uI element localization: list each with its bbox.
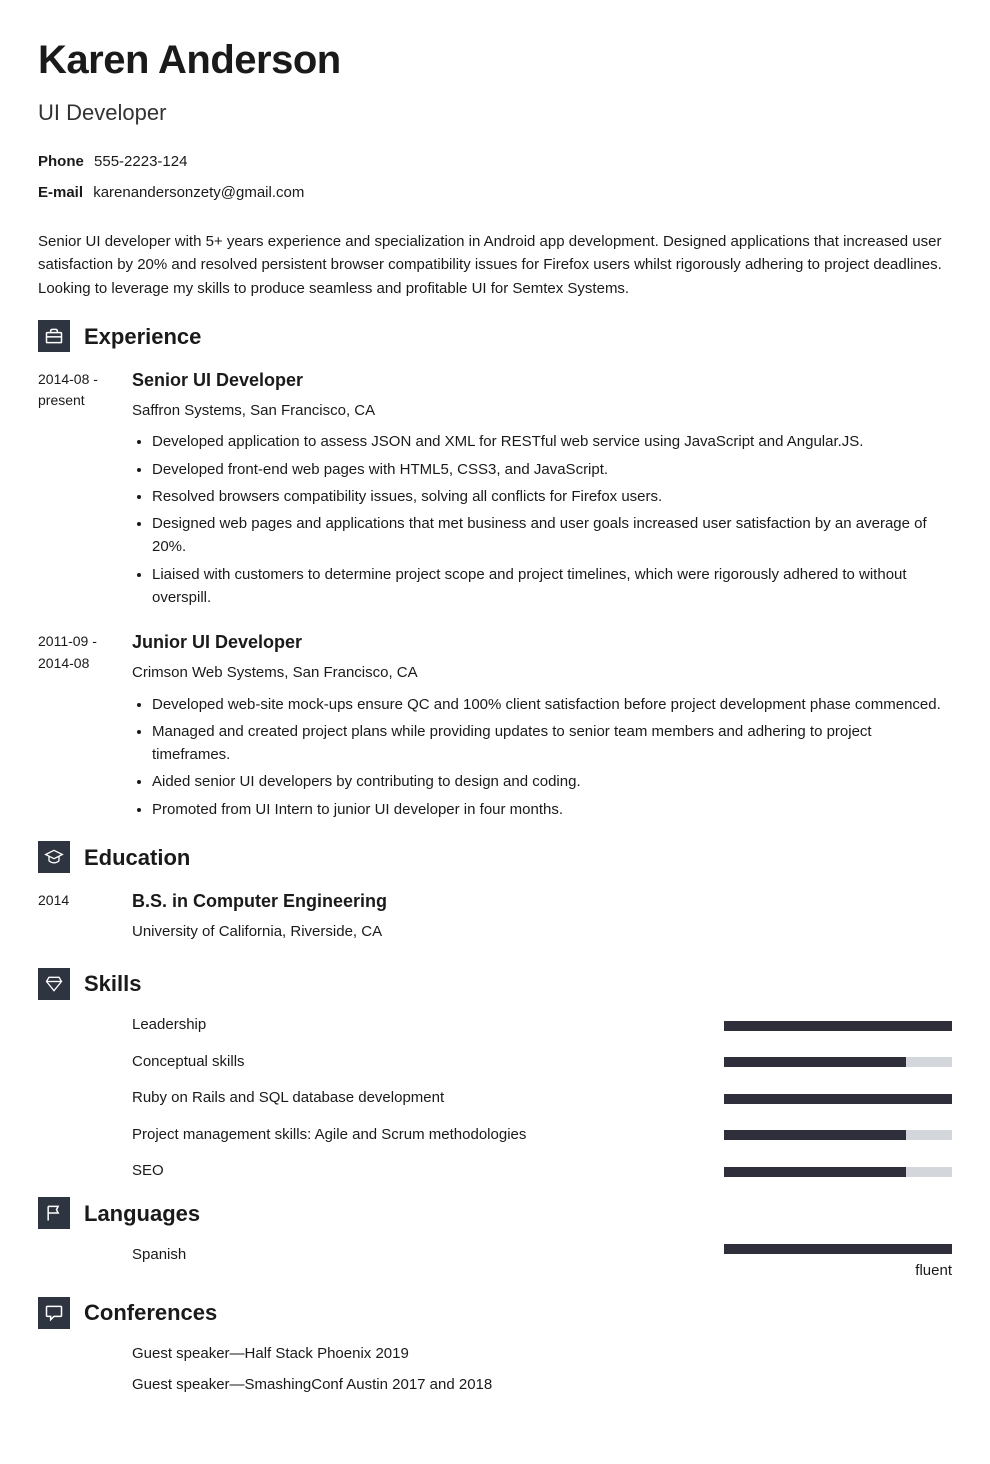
- entry-date: 2011-09 - 2014-08: [38, 629, 132, 825]
- email-label: E-mail: [38, 182, 83, 205]
- education-section: Education 2014 B.S. in Computer Engineer…: [38, 841, 952, 952]
- phone-row: Phone 555-2223-124: [38, 151, 952, 174]
- skill-bar: [724, 1094, 952, 1104]
- conferences-title: Conferences: [84, 1296, 217, 1329]
- entry-bullets: Developed application to assess JSON and…: [132, 430, 952, 609]
- skill-fill: [724, 1167, 906, 1177]
- skill-bar: [724, 1167, 952, 1177]
- skill-row: Project management skills: Agile and Scr…: [132, 1124, 952, 1147]
- bullet-item: Promoted from UI Intern to junior UI dev…: [152, 798, 952, 821]
- language-label: Spanish: [132, 1244, 724, 1267]
- skill-fill: [724, 1094, 952, 1104]
- bullet-item: Aided senior UI developers by contributi…: [152, 770, 952, 793]
- experience-header: Experience: [38, 320, 952, 353]
- skill-bar: [724, 1021, 952, 1031]
- summary-text: Senior UI developer with 5+ years experi…: [38, 230, 952, 300]
- bullet-item: Managed and created project plans while …: [152, 720, 952, 767]
- entry-degree: B.S. in Computer Engineering: [132, 888, 952, 915]
- conferences-section: Conferences Guest speaker—Half Stack Pho…: [38, 1296, 952, 1396]
- languages-title: Languages: [84, 1197, 200, 1230]
- entry-bullets: Developed web-site mock-ups ensure QC an…: [132, 693, 952, 821]
- bullet-item: Designed web pages and applications that…: [152, 512, 952, 559]
- entry-company: Crimson Web Systems, San Francisco, CA: [132, 662, 952, 685]
- candidate-title: UI Developer: [38, 96, 952, 129]
- skill-label: Leadership: [132, 1014, 724, 1037]
- conference-item: Guest speaker—Half Stack Phoenix 2019: [132, 1343, 952, 1366]
- skill-label: SEO: [132, 1160, 724, 1183]
- skill-bar: [724, 1057, 952, 1067]
- education-header: Education: [38, 841, 952, 874]
- entry-date: 2014: [38, 888, 132, 952]
- entry-company: Saffron Systems, San Francisco, CA: [132, 400, 952, 423]
- language-bar: [724, 1244, 952, 1254]
- experience-entry: 2011-09 - 2014-08 Junior UI Developer Cr…: [38, 629, 952, 825]
- skill-row: Conceptual skills: [132, 1051, 952, 1074]
- email-value: karenandersonzety@gmail.com: [93, 184, 304, 201]
- bullet-item: Developed application to assess JSON and…: [152, 430, 952, 453]
- skill-fill: [724, 1021, 952, 1031]
- candidate-name: Karen Anderson: [38, 30, 952, 90]
- languages-header: Languages: [38, 1197, 952, 1230]
- diamond-icon: [38, 968, 70, 1000]
- phone-value: 555-2223-124: [94, 153, 187, 170]
- bullet-item: Developed front-end web pages with HTML5…: [152, 458, 952, 481]
- conferences-header: Conferences: [38, 1296, 952, 1329]
- experience-entry: 2014-08 - present Senior UI Developer Sa…: [38, 367, 952, 613]
- education-entry: 2014 B.S. in Computer Engineering Univer…: [38, 888, 952, 952]
- skill-label: Project management skills: Agile and Scr…: [132, 1124, 724, 1147]
- phone-label: Phone: [38, 151, 84, 174]
- skills-header: Skills: [38, 967, 952, 1000]
- briefcase-icon: [38, 320, 70, 352]
- education-title: Education: [84, 841, 190, 874]
- bullet-item: Resolved browsers compatibility issues, …: [152, 485, 952, 508]
- experience-title: Experience: [84, 320, 201, 353]
- entry-role: Senior UI Developer: [132, 367, 952, 394]
- flag-icon: [38, 1197, 70, 1229]
- bullet-item: Liaised with customers to determine proj…: [152, 563, 952, 610]
- skill-label: Ruby on Rails and SQL database developme…: [132, 1087, 724, 1110]
- entry-date: 2014-08 - present: [38, 367, 132, 613]
- skills-section: Skills Leadership Conceptual skills Ruby o…: [38, 967, 952, 1183]
- bullet-item: Developed web-site mock-ups ensure QC an…: [152, 693, 952, 716]
- skill-row: Leadership: [132, 1014, 952, 1037]
- skill-row: SEO: [132, 1160, 952, 1183]
- languages-section: Languages Spanish fluent: [38, 1197, 952, 1283]
- experience-section: Experience 2014-08 - present Senior UI D…: [38, 320, 952, 825]
- conference-item: Guest speaker—SmashingConf Austin 2017 a…: [132, 1374, 952, 1397]
- speech-bubble-icon: [38, 1297, 70, 1329]
- language-level: fluent: [724, 1260, 952, 1283]
- language-row: Spanish fluent: [132, 1244, 952, 1283]
- skill-label: Conceptual skills: [132, 1051, 724, 1074]
- skill-row: Ruby on Rails and SQL database developme…: [132, 1087, 952, 1110]
- skill-bar: [724, 1130, 952, 1140]
- graduation-cap-icon: [38, 841, 70, 873]
- skill-fill: [724, 1057, 906, 1067]
- entry-school: University of California, Riverside, CA: [132, 921, 952, 944]
- email-row: E-mail karenandersonzety@gmail.com: [38, 182, 952, 205]
- skill-fill: [724, 1130, 906, 1140]
- entry-role: Junior UI Developer: [132, 629, 952, 656]
- skills-title: Skills: [84, 967, 141, 1000]
